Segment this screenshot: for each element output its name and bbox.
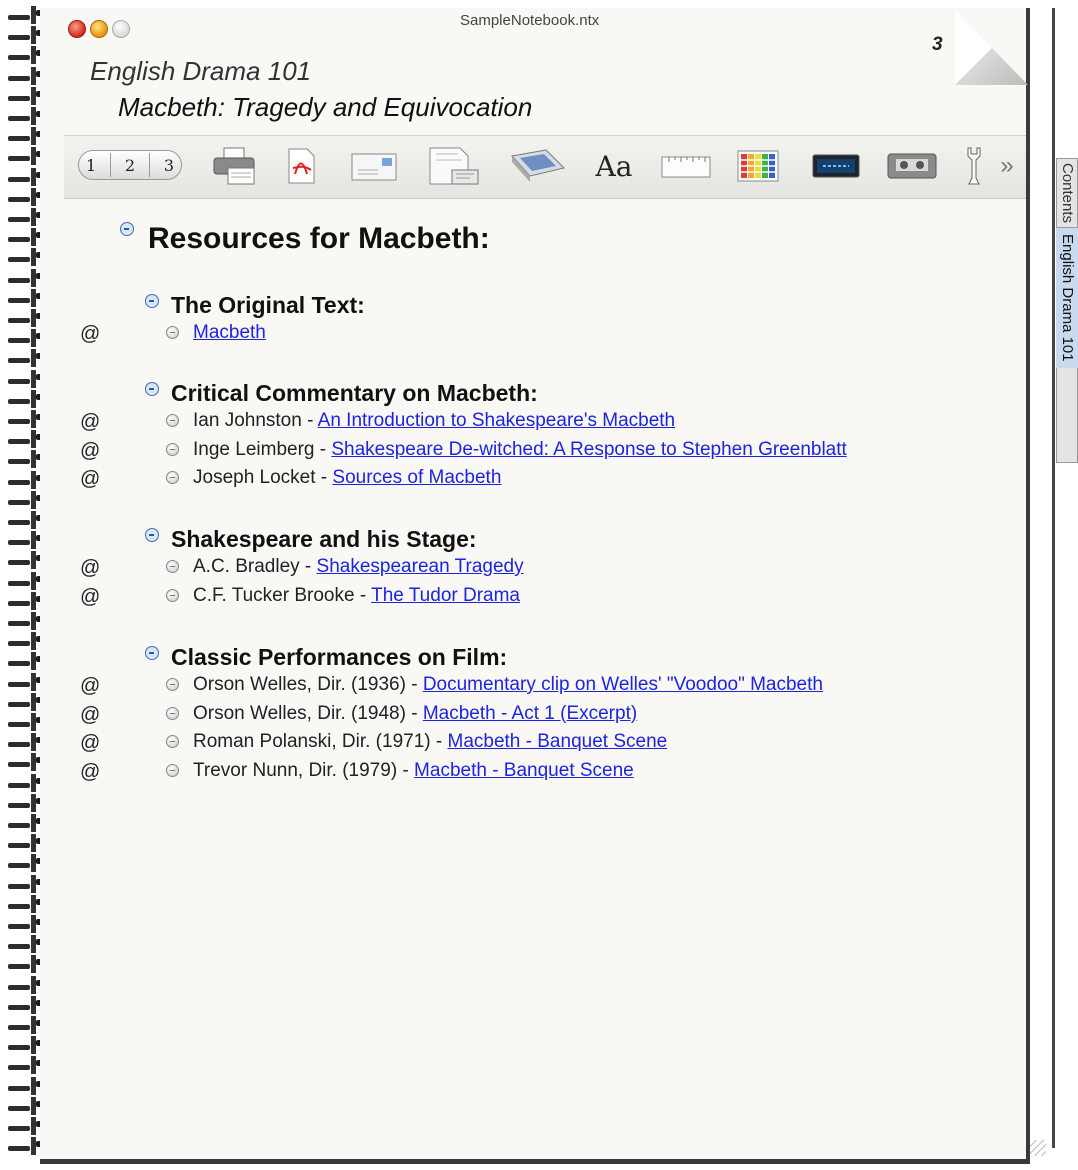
item-author: C.F. Tucker Brooke -: [193, 584, 372, 606]
resource-link[interactable]: Macbeth: [193, 322, 266, 343]
tape-icon[interactable]: [882, 148, 942, 184]
minimize-button[interactable]: [90, 20, 108, 38]
item-author: Inge Leimberg -: [193, 438, 332, 460]
collapse-section-icon[interactable]: [145, 528, 159, 542]
link-marker: @: [80, 585, 101, 608]
window-edge: [1052, 8, 1055, 1148]
resource-link[interactable]: An Introduction to Shakespeare's Macbeth: [318, 410, 675, 431]
list-item: Orson Welles, Dir. (1948) - Macbeth - Ac…: [193, 703, 637, 725]
item-bullet-icon[interactable]: [166, 442, 179, 456]
wrench-icon[interactable]: [954, 147, 994, 185]
tab-contents[interactable]: Contents: [1056, 159, 1078, 229]
item-author: Orson Welles, Dir. (1948) -: [193, 702, 423, 724]
collapse-main-icon[interactable]: [120, 222, 134, 236]
list-item: Ian Johnston - An Introduction to Shakes…: [193, 410, 675, 432]
collapse-section-icon[interactable]: [145, 294, 159, 308]
clock-icon[interactable]: [806, 148, 866, 184]
resource-link[interactable]: The Tudor Drama: [371, 585, 520, 606]
resize-handle[interactable]: [1030, 1140, 1046, 1156]
link-marker: @: [80, 439, 101, 462]
outline-title: Resources for Macbeth:: [148, 222, 490, 255]
toolbar-overflow-button[interactable]: »: [994, 148, 1020, 184]
resource-link[interactable]: Macbeth - Banquet Scene: [414, 760, 634, 781]
zoom-button[interactable]: [112, 20, 130, 38]
item-bullet-icon[interactable]: [166, 326, 179, 339]
color-grid-icon[interactable]: [732, 148, 784, 184]
item-bullet-icon[interactable]: [166, 763, 179, 777]
page-number-1[interactable]: 1: [86, 156, 96, 175]
mail-icon[interactable]: [344, 148, 404, 184]
attach-icon[interactable]: [419, 147, 489, 185]
section-heading: Critical Commentary on Macbeth:: [171, 380, 538, 406]
link-marker: @: [80, 675, 101, 697]
item-author: A.C. Bradley -: [193, 556, 317, 577]
list-item: Trevor Nunn, Dir. (1979) - Macbeth - Ban…: [193, 760, 634, 782]
page-number: 3: [932, 34, 943, 55]
item-bullet-icon[interactable]: [166, 706, 179, 720]
item-bullet-icon[interactable]: [166, 588, 179, 602]
resource-link[interactable]: Macbeth - Act 1 (Excerpt): [423, 703, 637, 724]
ruler-icon[interactable]: [656, 148, 716, 184]
picture-icon[interactable]: [504, 148, 574, 184]
page-title: Macbeth: Tragedy and Equivocation: [118, 92, 533, 122]
resource-link[interactable]: Macbeth - Banquet Scene: [448, 731, 668, 752]
font-icon[interactable]: Aa: [586, 148, 642, 184]
resource-link[interactable]: Shakespearean Tragedy: [317, 556, 524, 577]
item-bullet-icon[interactable]: [166, 414, 179, 427]
item-author: Joseph Locket -: [193, 467, 333, 488]
pdf-icon[interactable]: [276, 148, 326, 184]
print-icon[interactable]: [206, 147, 266, 185]
list-item: Macbeth: [193, 322, 266, 344]
link-marker: @: [80, 732, 101, 754]
close-button[interactable]: [68, 20, 86, 38]
link-marker: @: [80, 760, 101, 783]
collapse-section-icon[interactable]: [145, 646, 159, 660]
link-marker: @: [80, 411, 101, 433]
list-item: Joseph Locket - Sources of Macbeth: [193, 467, 501, 489]
section-heading: Classic Performances on Film:: [171, 644, 508, 670]
section-heading: The Original Text:: [171, 292, 365, 318]
link-marker: @: [80, 557, 101, 579]
link-marker: @: [80, 703, 101, 726]
list-item: Orson Welles, Dir. (1936) - Documentary …: [193, 674, 823, 696]
section-heading: Shakespeare and his Stage:: [171, 526, 477, 552]
item-author: Orson Welles, Dir. (1936) -: [193, 674, 423, 695]
toolbar: 1 2 3 Aa »: [64, 135, 1026, 199]
list-item: Roman Polanski, Dir. (1971) - Macbeth - …: [193, 731, 667, 753]
item-bullet-icon[interactable]: [166, 735, 179, 748]
list-item: Inge Leimberg - Shakespeare De-witched: …: [193, 439, 847, 461]
collapse-section-icon[interactable]: [145, 382, 159, 396]
item-author: Ian Johnston -: [193, 410, 318, 431]
item-author: Trevor Nunn, Dir. (1979) -: [193, 759, 415, 781]
item-bullet-icon[interactable]: [166, 678, 179, 691]
side-tabs: Contents English Drama 101: [1056, 158, 1078, 463]
page-number-3[interactable]: 3: [164, 156, 174, 175]
list-item: A.C. Bradley - Shakespearean Tragedy: [193, 556, 524, 578]
window-title: SampleNotebook.ntx: [460, 12, 600, 29]
item-bullet-icon[interactable]: [166, 560, 179, 573]
notebook-title: English Drama 101: [90, 56, 312, 86]
list-item: C.F. Tucker Brooke - The Tudor Drama: [193, 585, 520, 607]
item-author: Roman Polanski, Dir. (1971) -: [193, 731, 448, 752]
link-marker: @: [80, 468, 101, 490]
item-bullet-icon[interactable]: [166, 471, 179, 484]
link-marker: @: [80, 323, 101, 345]
resource-link[interactable]: Documentary clip on Welles' "Voodoo" Mac…: [423, 674, 823, 695]
page-number-buttons[interactable]: 1 2 3: [78, 150, 182, 180]
resource-link[interactable]: Sources of Macbeth: [332, 467, 501, 488]
page-number-2[interactable]: 2: [125, 156, 135, 175]
tab-english-drama-101[interactable]: English Drama 101: [1056, 228, 1078, 368]
resource-link[interactable]: Shakespeare De-witched: A Response to St…: [331, 439, 846, 460]
